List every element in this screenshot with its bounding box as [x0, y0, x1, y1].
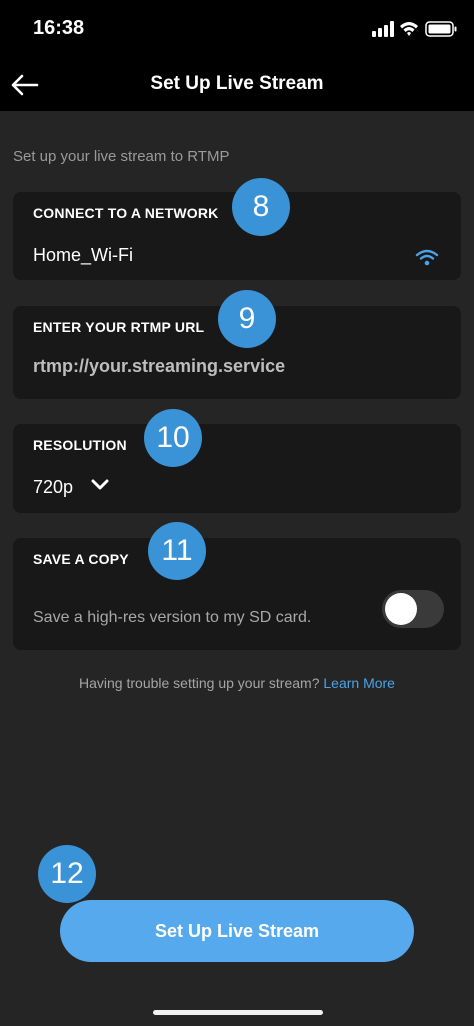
- intro-text: Set up your live stream to RTMP: [13, 148, 230, 165]
- help-message: Having trouble setting up your stream?: [79, 675, 320, 691]
- home-indicator: [153, 1010, 323, 1015]
- wifi-icon: [415, 249, 439, 266]
- top-bar: 16:38 Set Up Live Stream: [0, 0, 474, 111]
- step-badge-11: 11: [148, 522, 206, 580]
- cellular-signal-icon: [372, 21, 394, 37]
- page-title: Set Up Live Stream: [150, 73, 324, 94]
- step-badge-10: 10: [144, 409, 202, 467]
- resolution-value: 720p: [33, 477, 74, 497]
- save-copy-title: SAVE A COPY: [33, 551, 129, 567]
- wifi-status-icon: [400, 22, 418, 36]
- learn-more-link[interactable]: Learn More: [323, 675, 395, 691]
- rtmp-url-input[interactable]: [33, 356, 433, 377]
- resolution-title: RESOLUTION: [33, 437, 127, 453]
- rtmp-title: ENTER YOUR RTMP URL: [33, 319, 205, 335]
- help-text: Having trouble setting up your stream? L…: [0, 675, 474, 691]
- network-title: CONNECT TO A NETWORK: [33, 205, 219, 221]
- save-copy-card: SAVE A COPY Save a high-res version to m…: [13, 538, 461, 650]
- set-up-live-stream-button[interactable]: Set Up Live Stream: [60, 900, 414, 962]
- step-badge-12: 12: [38, 845, 96, 903]
- status-icons: [372, 21, 457, 37]
- status-time: 16:38: [33, 17, 85, 39]
- toggle-knob: [385, 593, 417, 625]
- chevron-down-icon[interactable]: [91, 479, 109, 491]
- save-copy-description: Save a high-res version to my SD card.: [33, 609, 312, 626]
- network-name: Home_Wi-Fi: [33, 245, 134, 265]
- step-badge-8: 8: [232, 178, 290, 236]
- battery-icon: [425, 21, 457, 37]
- step-badge-9: 9: [218, 290, 276, 348]
- resolution-card[interactable]: RESOLUTION 720p: [13, 424, 461, 513]
- save-copy-toggle[interactable]: [382, 590, 444, 628]
